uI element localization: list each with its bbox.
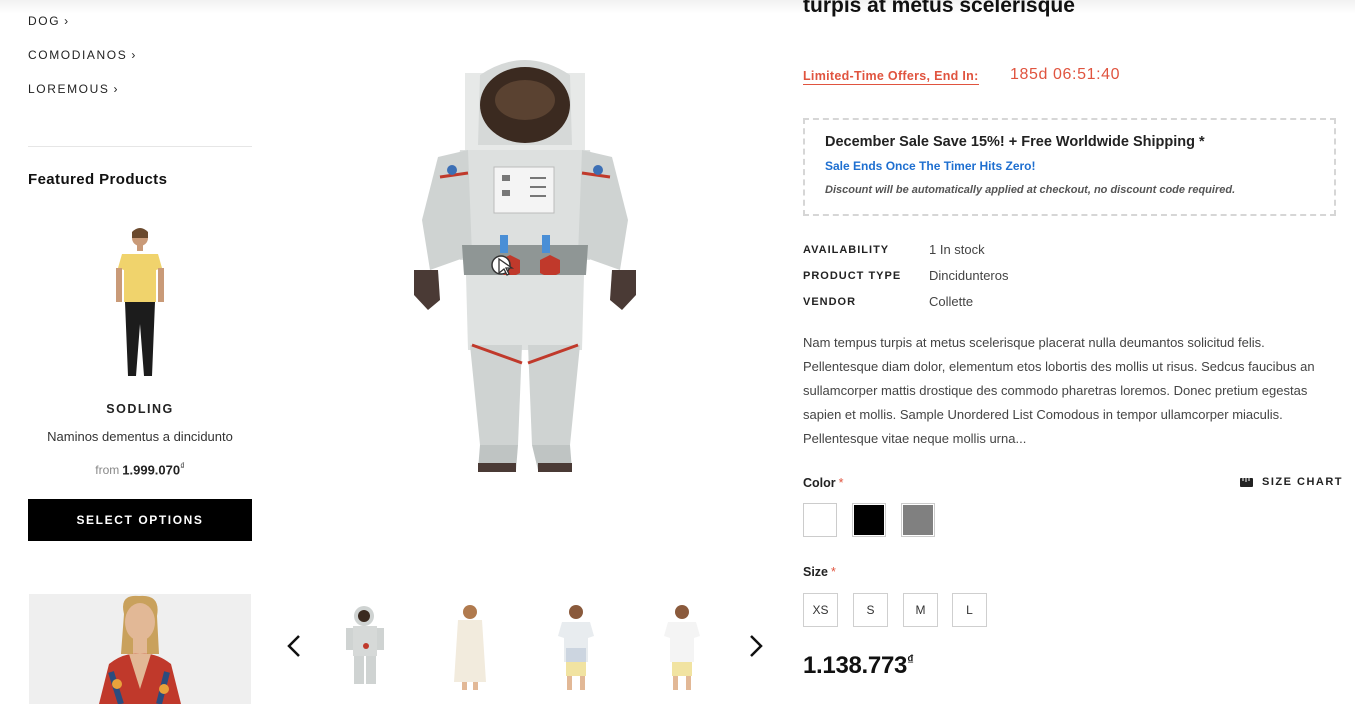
size-label: Size * — [803, 565, 836, 579]
swatch-fill — [903, 505, 933, 535]
sidebar-divider — [28, 146, 252, 147]
category-loremous[interactable]: LOREMOUS › — [28, 82, 117, 96]
product-title: turpis at metus scelerisque — [803, 0, 1343, 26]
offer-countdown: 185d 06:51:40 — [1010, 66, 1121, 83]
featured-product-image[interactable] — [100, 224, 180, 384]
price-amount: 1.999.070 — [122, 462, 181, 478]
color-label-text: Color — [803, 476, 836, 490]
color-swatch-gray[interactable] — [901, 503, 935, 537]
meta-value-availability: 1 In stock — [929, 242, 985, 257]
offer-label: Limited-Time Offers, End In: — [803, 69, 979, 85]
thumbnail-next-arrow-icon[interactable] — [746, 630, 766, 662]
category-label: DOG — [28, 14, 61, 28]
select-options-button[interactable]: SELECT OPTIONS — [28, 499, 252, 541]
sale-note: Discount will be automatically applied a… — [825, 184, 1236, 196]
thumbnail-astronaut[interactable] — [336, 600, 396, 692]
swatch-fill — [805, 505, 835, 535]
category-comodianos[interactable]: COMODIANOS › — [28, 48, 135, 62]
sale-headline: December Sale Save 15%! + Free Worldwide… — [825, 134, 1205, 150]
color-swatch-white[interactable] — [803, 503, 837, 537]
size-option-xs[interactable]: XS — [803, 593, 838, 627]
category-dog[interactable]: DOG › — [28, 14, 68, 28]
size-label-text: Size — [803, 565, 829, 579]
sale-subline: Sale Ends Once The Timer Hits Zero! — [825, 159, 1036, 173]
thumbnail-tshirt-front[interactable] — [546, 600, 606, 692]
meta-value-vendor[interactable]: Collette — [929, 294, 973, 309]
size-option-s[interactable]: S — [853, 593, 888, 627]
product-title-text: turpis at metus scelerisque — [803, 0, 1075, 17]
featured-product-image-2[interactable] — [29, 594, 251, 704]
chevron-right-icon: › — [131, 48, 136, 62]
currency-symbol: ₫ — [907, 652, 914, 667]
size-option-l[interactable]: L — [952, 593, 987, 627]
thumbnail-dress-back[interactable] — [440, 600, 500, 692]
required-mark: * — [838, 476, 844, 490]
featured-product-name[interactable]: SODLING — [28, 402, 252, 416]
color-label: Color * — [803, 476, 844, 490]
product-description: Nam tempus turpis at metus scelerisque p… — [803, 335, 1315, 446]
size-chart-label: SIZE CHART — [1262, 476, 1343, 488]
size-chart-link[interactable]: SIZE CHART — [1240, 476, 1343, 488]
product-price: 1.138.773₫ — [803, 652, 914, 680]
category-label: COMODIANOS — [28, 48, 128, 62]
featured-product-price: from 1.999.070₫ — [28, 461, 252, 477]
size-option-m[interactable]: M — [903, 593, 938, 627]
featured-product-description: Naminos dementus a dincidunto — [47, 429, 233, 444]
color-swatch-black[interactable] — [852, 503, 886, 537]
price-amount: 1.138.773 — [803, 652, 908, 679]
thumbnail-tshirt-back[interactable] — [652, 600, 712, 692]
price-prefix: from — [95, 463, 120, 478]
sale-banner: December Sale Save 15%! + Free Worldwide… — [803, 118, 1336, 216]
category-label: LOREMOUS — [28, 82, 110, 96]
meta-key-product-type: PRODUCT TYPE — [803, 270, 902, 282]
product-main-image[interactable] — [400, 45, 650, 480]
required-mark: * — [831, 565, 836, 579]
chevron-right-icon: › — [113, 82, 118, 96]
meta-key-availability: AVAILABILITY — [803, 244, 890, 256]
meta-key-vendor: VENDOR — [803, 296, 857, 308]
swatch-fill — [854, 505, 884, 535]
chevron-right-icon: › — [64, 14, 69, 28]
thumbnail-prev-arrow-icon[interactable] — [284, 630, 304, 662]
featured-products-heading: Featured Products — [28, 171, 168, 188]
ruler-icon — [1240, 477, 1253, 487]
meta-value-product-type[interactable]: Dincidunteros — [929, 268, 1009, 283]
currency-symbol: ₫ — [180, 461, 185, 471]
